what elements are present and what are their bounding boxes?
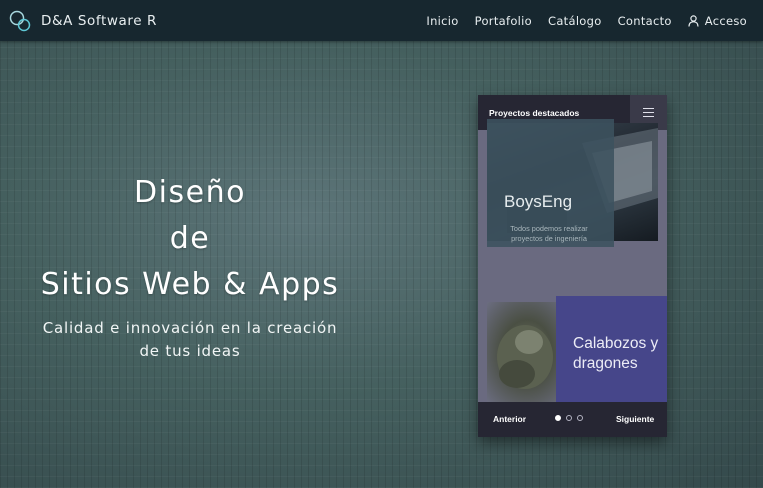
card-title: Proyectos destacados <box>489 107 580 118</box>
project-image-dragon[interactable] <box>487 302 567 402</box>
nav-link-portafolio[interactable]: Portafolio <box>475 14 532 28</box>
hero-title-line: Sitios Web & Apps <box>40 267 340 302</box>
project-description-line: proyectos de ingeniería <box>511 234 587 243</box>
next-button[interactable]: Siguiente <box>616 414 654 424</box>
project-title-line: dragones <box>573 355 638 372</box>
project-description-boyseng: Todos podemos realizar proyectos de inge… <box>494 224 604 244</box>
pagination-dot-3[interactable] <box>577 415 583 421</box>
project-description-line: Todos podemos realizar <box>510 224 588 233</box>
login-label: Acceso <box>704 13 747 28</box>
hero-subtitle-line: de tus ideas <box>139 342 241 360</box>
dragon-figure-art <box>497 325 553 389</box>
project-title-dragones: Calabozos y dragones <box>573 334 667 374</box>
card-footer: Anterior Siguiente <box>478 402 667 437</box>
nav-link-inicio[interactable]: Inicio <box>426 14 458 28</box>
hero-subtitle-line: Calidad e innovación en la creación <box>42 319 338 337</box>
hero-title: Diseño de Sitios Web & Apps <box>0 170 380 308</box>
nav-links: Inicio Portafolio Catálogo Contacto Acce… <box>410 0 747 41</box>
project-title-boyseng: BoysEng <box>504 192 573 211</box>
hamburger-menu-icon <box>643 108 654 117</box>
login-link[interactable]: Acceso <box>688 14 747 28</box>
top-navbar: D&A Software R Inicio Portafolio Catálog… <box>0 0 763 41</box>
brand-name: D&A Software R <box>41 12 158 29</box>
project-title-line: Calabozos y <box>573 335 659 352</box>
featured-projects-card: Proyectos destacados BoysEng Todos podem… <box>478 95 667 437</box>
brand-link[interactable]: D&A Software R <box>9 10 157 32</box>
hero-title-line: de <box>169 221 211 256</box>
hero-subtitle: Calidad e innovación en la creación de t… <box>0 317 380 363</box>
previous-button[interactable]: Anterior <box>493 414 526 424</box>
nav-link-contacto[interactable]: Contacto <box>618 14 672 28</box>
pagination-dot-2[interactable] <box>566 415 572 421</box>
circles-logo-icon <box>9 10 31 31</box>
nav-link-catalogo[interactable]: Catálogo <box>548 14 602 28</box>
user-icon <box>688 14 699 27</box>
pagination-dot-1[interactable] <box>555 415 561 421</box>
hero-title-line: Diseño <box>134 175 246 210</box>
pagination-dots <box>555 415 588 421</box>
